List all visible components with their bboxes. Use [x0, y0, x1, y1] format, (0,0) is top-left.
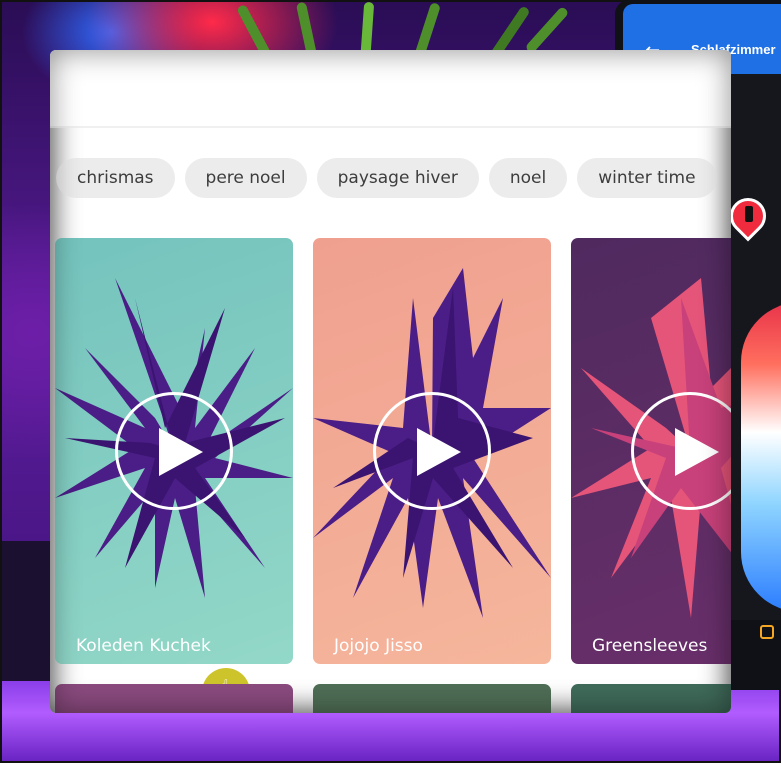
play-icon	[675, 428, 719, 476]
music-card[interactable]: Jojojo Jisso	[313, 238, 551, 664]
tag-chip[interactable]: pere noel	[184, 158, 307, 198]
card-title: Jojojo Jisso	[334, 636, 423, 656]
tag-chip[interactable]: chrismas	[56, 158, 175, 198]
tag-chip[interactable]: paysage hiver	[316, 158, 479, 198]
top-bar	[50, 50, 731, 128]
color-wheel	[741, 302, 781, 612]
plant-leaf	[524, 5, 570, 55]
music-card-partial[interactable]	[571, 684, 731, 713]
play-icon	[159, 428, 203, 476]
phone-toggle-icon	[760, 625, 774, 639]
tag-chip[interactable]: noel	[488, 158, 568, 198]
play-icon	[417, 428, 461, 476]
card-title: Greensleeves	[592, 636, 708, 656]
play-button[interactable]	[373, 392, 491, 510]
music-card[interactable]: Koleden Kuchek	[55, 238, 293, 664]
music-card[interactable]: Greensleeves	[571, 238, 731, 664]
card-grid: Koleden Kuchek Jojojo Jisso Greensleeves…	[55, 238, 731, 713]
tag-chip[interactable]: winter time	[577, 158, 717, 198]
tag-row: chrismas pere noel paysage hiver noel wi…	[56, 158, 717, 198]
card-title: Koleden Kuchek	[76, 636, 211, 656]
play-button[interactable]	[115, 392, 233, 510]
app-window: chrismas pere noel paysage hiver noel wi…	[50, 50, 731, 713]
music-card-partial[interactable]	[55, 684, 293, 713]
music-card-partial[interactable]	[313, 684, 551, 713]
pin-dot	[745, 206, 753, 222]
